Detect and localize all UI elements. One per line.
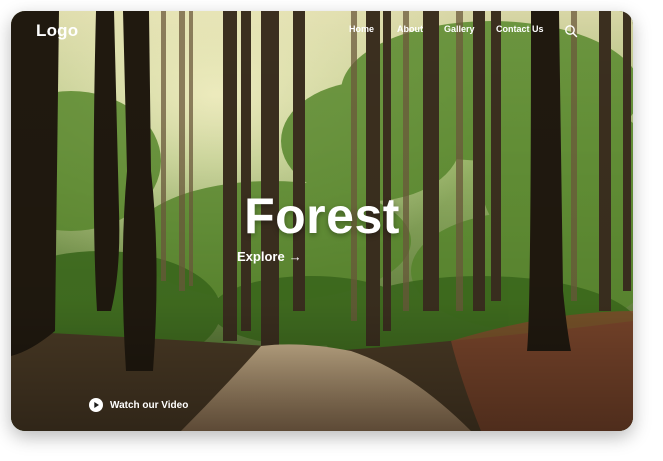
hero-card: Logo Home About Gallery Contact Us Fores… — [11, 11, 633, 431]
nav-link-gallery[interactable]: Gallery — [444, 24, 475, 34]
play-icon — [89, 398, 103, 412]
top-navigation: Logo Home About Gallery Contact Us — [11, 11, 633, 51]
search-icon[interactable] — [564, 24, 578, 38]
nav-link-contact-us[interactable]: Contact Us — [496, 24, 544, 34]
explore-link[interactable]: Explore → — [237, 249, 302, 264]
nav-link-about[interactable]: About — [397, 24, 423, 34]
watch-video-label: Watch our Video — [110, 399, 189, 411]
explore-label: Explore — [237, 249, 285, 264]
hero-title: Forest — [244, 188, 400, 244]
nav-link-home[interactable]: Home — [349, 24, 374, 34]
logo[interactable]: Logo — [36, 21, 78, 41]
watch-video-button[interactable]: Watch our Video — [89, 398, 188, 412]
arrow-right-icon: → — [288, 249, 302, 264]
